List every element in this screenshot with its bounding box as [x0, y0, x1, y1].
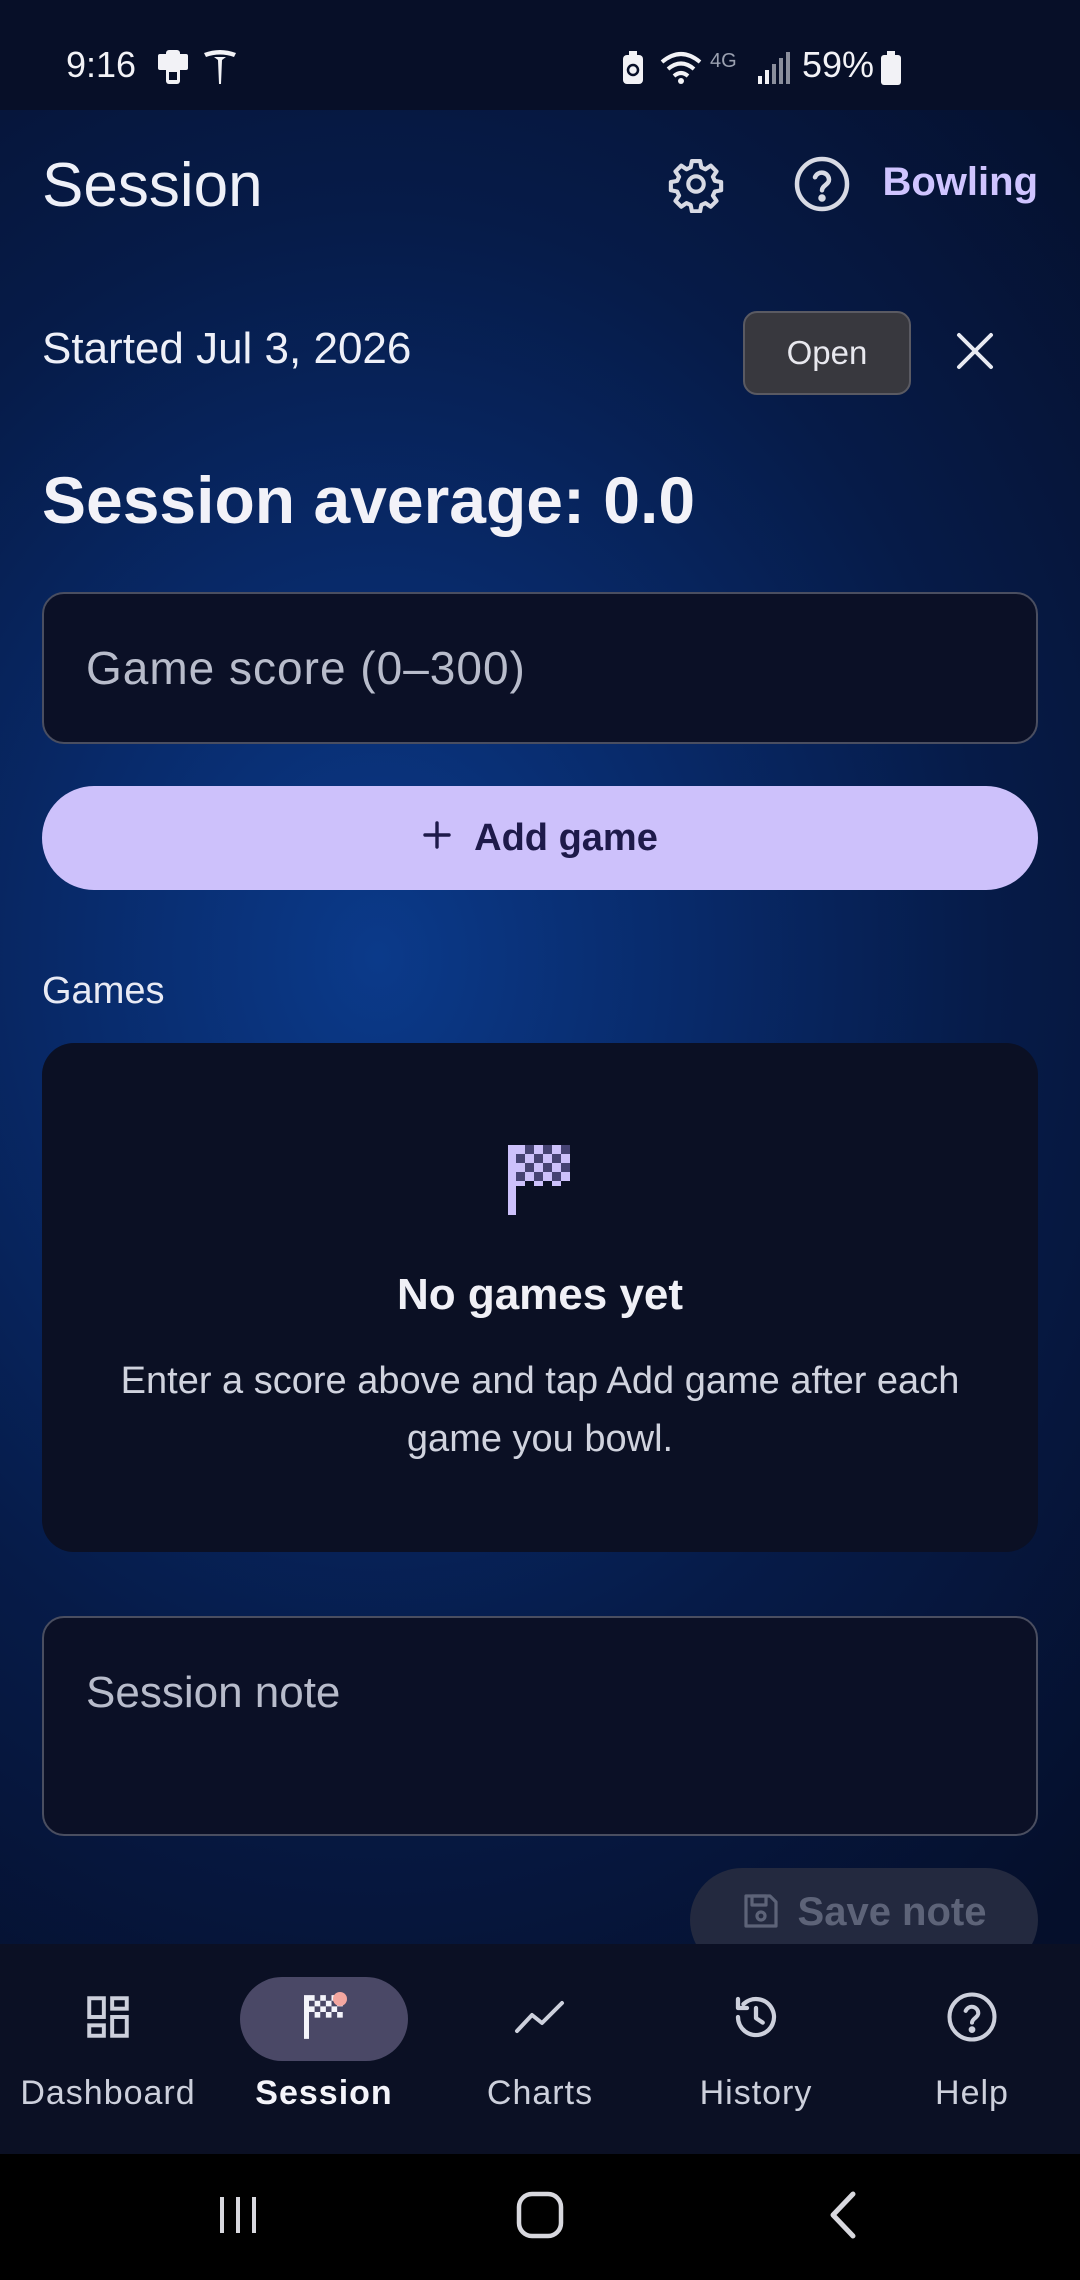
- page-title: Session: [42, 151, 263, 220]
- plus-icon: [422, 817, 452, 860]
- battery-saver-icon: [620, 50, 646, 91]
- nav-pill: [24, 1977, 192, 2061]
- nav-pill: [672, 1977, 840, 2061]
- system-navigation-bar: [0, 2154, 1080, 2280]
- history-icon: [729, 1990, 783, 2049]
- game-score-field: [42, 592, 1038, 744]
- recent-apps-icon: [216, 2193, 260, 2242]
- dashboard-icon: [83, 1992, 133, 2047]
- empty-state-title: No games yet: [396, 1270, 684, 1319]
- bottom-navigation: Dashboard Session Charts History Help: [0, 1944, 1080, 2154]
- nav-pill: [456, 1977, 624, 2061]
- nav-item-dashboard[interactable]: Dashboard: [0, 1944, 216, 2154]
- nav-label-session: Session: [255, 2074, 393, 2112]
- nav-pill: [888, 1977, 1056, 2061]
- help-button[interactable]: [787, 151, 857, 221]
- recent-apps-button[interactable]: [178, 2154, 298, 2280]
- status-bar: 9:16 4G 59%: [0, 0, 1080, 110]
- session-started-text: Started Jul 3, 2026: [42, 324, 412, 373]
- nav-label-history: History: [699, 2074, 813, 2112]
- empty-state-description: Enter a score above and tap Add game aft…: [120, 1360, 960, 1460]
- games-heading: Games: [42, 970, 165, 1012]
- nav-item-session[interactable]: Session: [216, 1944, 432, 2154]
- signal-icon: [756, 52, 790, 89]
- help-circle-icon: [792, 154, 852, 219]
- battery-percent: 59%: [802, 44, 875, 85]
- close-session-button[interactable]: [940, 318, 1010, 388]
- game-score-input[interactable]: [44, 594, 1036, 742]
- nav-label-dashboard: Dashboard: [20, 2074, 196, 2112]
- nav-label-help: Help: [935, 2074, 1009, 2112]
- add-game-label: Add game: [474, 816, 658, 859]
- nav-pill-active: [240, 1977, 408, 2061]
- save-note-label: Save note: [797, 1890, 987, 1934]
- add-game-button[interactable]: Add game: [42, 786, 1038, 890]
- nav-item-help[interactable]: Help: [864, 1944, 1080, 2154]
- network-type-label: 4G: [710, 50, 737, 72]
- trend-line-icon: [514, 1997, 566, 2042]
- nav-item-history[interactable]: History: [648, 1944, 864, 2154]
- settings-button[interactable]: [661, 151, 731, 221]
- tesla-icon: [202, 48, 238, 91]
- device-icon: [156, 48, 190, 91]
- session-status-chip[interactable]: Open: [743, 311, 911, 395]
- checkered-flag-icon: [508, 1145, 572, 1220]
- home-button[interactable]: [480, 2154, 600, 2280]
- gear-icon: [667, 155, 725, 218]
- wifi-icon: [660, 50, 702, 89]
- session-note-field: [42, 1616, 1038, 1836]
- battery-icon: [880, 50, 902, 91]
- close-icon: [955, 331, 995, 376]
- save-icon: [742, 1890, 780, 1940]
- back-icon: [825, 2190, 859, 2245]
- session-average: Session average: 0.0: [42, 463, 696, 537]
- notification-dot: [333, 1992, 347, 2006]
- home-icon: [515, 2190, 565, 2245]
- nav-item-charts[interactable]: Charts: [432, 1944, 648, 2154]
- app-brand-label[interactable]: Bowling: [882, 160, 1038, 205]
- back-button[interactable]: [782, 2154, 902, 2280]
- status-time: 9:16: [66, 44, 137, 85]
- session-note-input[interactable]: [44, 1618, 1036, 1834]
- nav-label-charts: Charts: [486, 2074, 594, 2112]
- help-circle-icon: [945, 1990, 999, 2049]
